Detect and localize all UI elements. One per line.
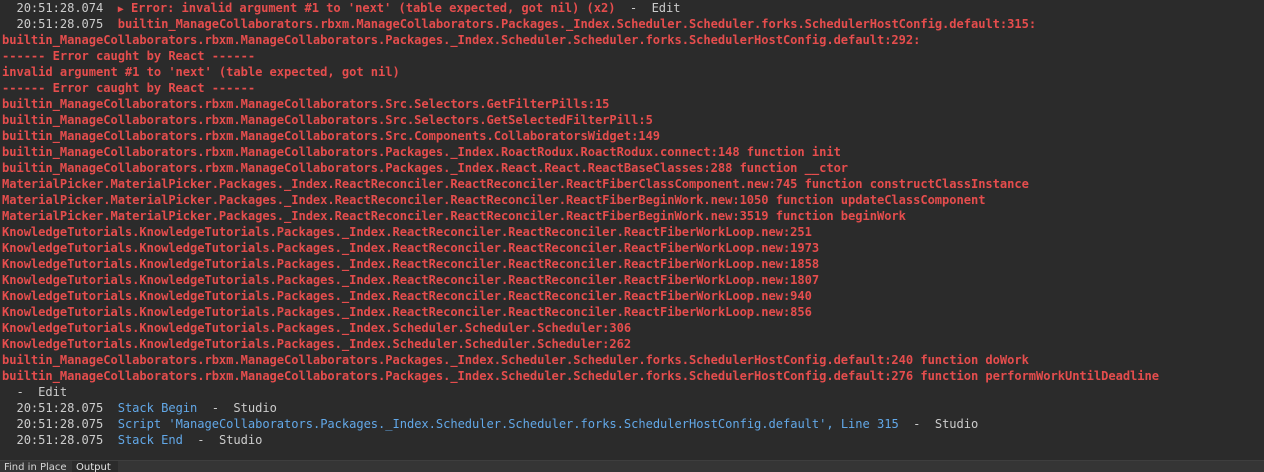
stack-trace-line[interactable]: ------ Error caught by React ------ xyxy=(2,80,255,96)
stack-trace-line[interactable]: KnowledgeTutorials.KnowledgeTutorials.Pa… xyxy=(2,256,819,272)
info-message: Script 'ManageCollaborators.Packages._In… xyxy=(117,417,899,431)
info-message: Stack Begin xyxy=(117,401,198,415)
stack-trace-line[interactable]: KnowledgeTutorials.KnowledgeTutorials.Pa… xyxy=(2,336,631,352)
stack-trace-line[interactable]: KnowledgeTutorials.KnowledgeTutorials.Pa… xyxy=(2,304,812,320)
stack-trace-line[interactable]: KnowledgeTutorials.KnowledgeTutorials.Pa… xyxy=(2,224,812,240)
timestamp: 20:51:28.074 xyxy=(16,1,104,15)
stack-trace-line[interactable]: MaterialPicker.MaterialPicker.Packages._… xyxy=(2,176,1029,192)
stack-trace-line[interactable]: builtin_ManageCollaborators.rbxm.ManageC… xyxy=(2,352,1029,368)
stack-trace-line[interactable]: builtin_ManageCollaborators.rbxm.ManageC… xyxy=(2,128,660,144)
stack-trace-line[interactable]: builtin_ManageCollaborators.rbxm.ManageC… xyxy=(2,96,609,112)
log-entry-script[interactable]: 20:51:28.075 Script 'ManageCollaborators… xyxy=(2,416,978,432)
stack-trace-line[interactable]: KnowledgeTutorials.KnowledgeTutorials.Pa… xyxy=(2,320,631,336)
stack-trace-line[interactable]: builtin_ManageCollaborators.rbxm.ManageC… xyxy=(2,368,1159,384)
stack-trace-line[interactable]: ------ Error caught by React ------ xyxy=(2,48,255,64)
timestamp: 20:51:28.075 xyxy=(16,433,104,447)
timestamp: 20:51:28.075 xyxy=(16,401,104,415)
stack-trace-line[interactable]: builtin_ManageCollaborators.rbxm.ManageC… xyxy=(2,112,653,128)
edit-source-line: - Edit xyxy=(2,385,68,399)
timestamp: 20:51:28.075 xyxy=(16,417,104,431)
stack-trace-line[interactable]: KnowledgeTutorials.KnowledgeTutorials.Pa… xyxy=(2,288,812,304)
source-label: - Edit xyxy=(615,1,681,15)
source-label: - Studio xyxy=(898,417,979,431)
tab-output[interactable]: Output xyxy=(72,461,118,472)
output-console[interactable]: 20:51:28.074 ▶ Error: invalid argument #… xyxy=(0,0,1264,460)
info-message: Stack End xyxy=(117,433,183,447)
source-label: - Studio xyxy=(182,433,263,447)
error-message: Error: invalid argument #1 to 'next' (ta… xyxy=(130,1,616,15)
log-entry-stack-begin[interactable]: 20:51:28.075 Stack Begin - Studio xyxy=(2,400,277,416)
stack-trace-line[interactable]: MaterialPicker.MaterialPicker.Packages._… xyxy=(2,192,985,208)
stack-trace-line[interactable]: MaterialPicker.MaterialPicker.Packages._… xyxy=(2,208,906,224)
tab-find-in-place[interactable]: Find in Place xyxy=(0,461,68,472)
log-entry-error[interactable]: 20:51:28.075 builtin_ManageCollaborators… xyxy=(2,16,1036,32)
stack-trace-line[interactable]: builtin_ManageCollaborators.rbxm.ManageC… xyxy=(2,160,848,176)
stack-trace-line[interactable]: KnowledgeTutorials.KnowledgeTutorials.Pa… xyxy=(2,240,819,256)
stack-trace-line[interactable]: KnowledgeTutorials.KnowledgeTutorials.Pa… xyxy=(2,272,819,288)
stack-trace-line[interactable]: builtin_ManageCollaborators.rbxm.ManageC… xyxy=(2,32,920,48)
timestamp: 20:51:28.075 xyxy=(16,17,104,31)
panel-tab-bar: Find in Place Output xyxy=(0,460,1264,472)
stack-trace-line[interactable]: builtin_ManageCollaborators.rbxm.ManageC… xyxy=(2,144,841,160)
log-entry-error-header[interactable]: 20:51:28.074 ▶ Error: invalid argument #… xyxy=(2,0,681,16)
error-message: builtin_ManageCollaborators.rbxm.ManageC… xyxy=(117,17,1037,31)
stack-trace-line[interactable]: invalid argument #1 to 'next' (table exp… xyxy=(2,64,400,80)
log-entry-stack-end[interactable]: 20:51:28.075 Stack End - Studio xyxy=(2,432,262,448)
source-label: - Studio xyxy=(197,401,277,415)
